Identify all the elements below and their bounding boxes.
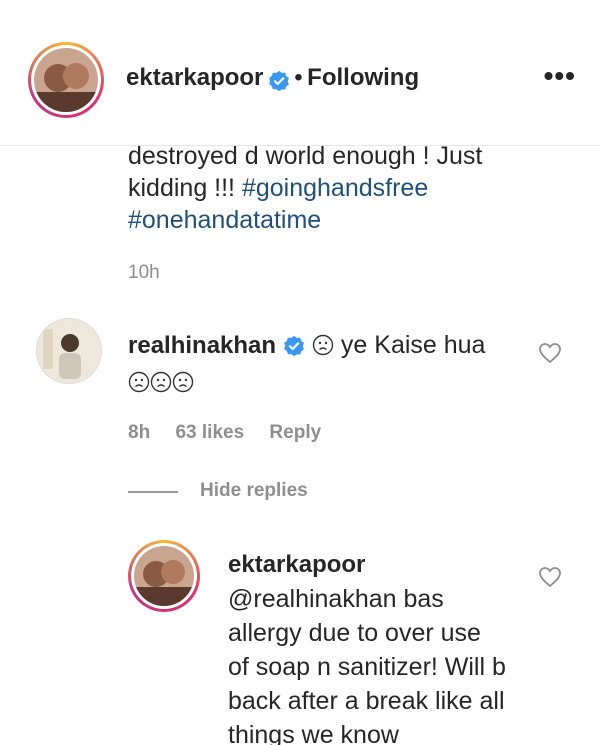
worried-face-emoji-icon [150,371,172,393]
reply-author-avatar[interactable] [128,540,200,612]
reply-button[interactable]: Reply [269,422,321,443]
avatar-photo-icon [34,48,98,112]
reply-line: of soap n sanitizer! Will b [228,653,506,681]
verified-badge-icon [284,336,304,357]
header-separator: • [294,64,303,91]
post-author-username[interactable]: ektarkapoor [126,64,263,91]
reply-line: things we know [228,721,399,745]
caption-line: kidding !!! #goinghandsfree [128,172,568,204]
hashtag-link[interactable]: #onehandatatime [128,206,321,234]
avatar-photo-icon [37,319,101,383]
worried-face-emoji-icon [172,371,194,393]
comment-timestamp[interactable]: 8h [128,422,150,443]
hide-replies-button[interactable]: Hide replies [200,480,308,502]
post-author-avatar[interactable] [28,42,104,118]
reply-body: ektarkapoor @realhinakhan bas allergy du… [228,548,548,745]
following-button[interactable]: Following [307,64,419,91]
reply-username[interactable]: ektarkapoor [228,548,548,582]
caption-timestamp[interactable]: 10h [128,262,160,284]
comment-body: realhinakhan ye Kaise hua [128,328,538,399]
post-header-title: ektarkapoor • Following [126,64,419,92]
post-caption: destroyed d world enough ! Just kidding … [128,140,568,236]
replies-divider [128,491,178,493]
commenter-avatar[interactable] [36,318,102,384]
heart-icon[interactable] [538,566,562,588]
reply-line: back after a break like all [228,687,505,715]
reply-line: allergy due to over use [228,619,481,647]
reply-line: @realhinakhan bas [228,585,444,613]
avatar-photo-icon [134,546,194,606]
comment-text: ye Kaise hua [340,331,486,359]
worried-face-emoji-icon [312,334,334,356]
hashtag-link[interactable]: #goinghandsfree [242,174,428,202]
comment-meta: 8h 63 likes Reply [128,422,341,444]
more-options-icon[interactable]: ••• [544,62,576,90]
commenter-username[interactable]: realhinakhan [128,332,276,359]
heart-icon[interactable] [538,342,562,364]
comment-emoji-row [128,365,538,399]
verified-badge-icon [268,70,289,91]
post-header: ektarkapoor • Following ••• [0,0,600,146]
comment-likes[interactable]: 63 likes [175,422,244,443]
caption-line: destroyed d world enough ! Just [128,142,483,170]
caption-text: kidding !!! [128,174,242,202]
worried-face-emoji-icon [128,371,150,393]
